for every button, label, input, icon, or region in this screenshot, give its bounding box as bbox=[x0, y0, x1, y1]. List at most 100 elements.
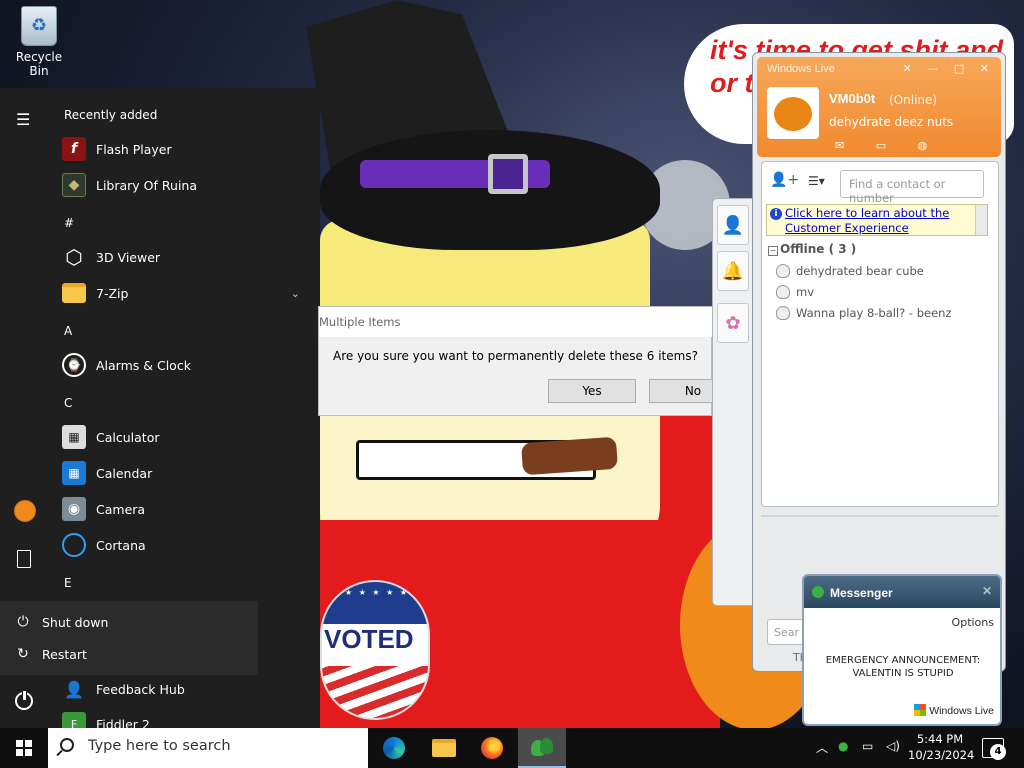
delete-confirm-dialog: Multiple Items Are you sure you want to … bbox=[318, 306, 737, 416]
restart-label: Restart bbox=[42, 646, 87, 662]
app-label: Calendar bbox=[96, 465, 153, 481]
recycle-bin-label: Recycle Bin bbox=[15, 50, 63, 78]
contact-list-panel: 👤+ ☰▾ Find a contact or number i Click h… bbox=[761, 161, 999, 507]
app-library-of-ruina[interactable]: ◆ Library Of Ruina bbox=[62, 169, 312, 201]
network-icon[interactable]: ▭ bbox=[862, 739, 873, 753]
start-button[interactable] bbox=[0, 728, 48, 768]
toast-options-link[interactable]: Options bbox=[952, 616, 994, 629]
taskbar-search-box[interactable]: Type here to search bbox=[48, 728, 368, 768]
firefox-icon bbox=[481, 737, 503, 759]
taskbar-firefox[interactable] bbox=[468, 728, 516, 768]
close-icon[interactable]: ✕ bbox=[982, 584, 992, 598]
offline-group-header[interactable]: − Offline ( 3 ) bbox=[768, 242, 856, 256]
collapse-icon[interactable]: − bbox=[768, 246, 778, 256]
app-3d-viewer[interactable]: ⬡ 3D Viewer bbox=[62, 241, 312, 273]
buddy-icon bbox=[776, 306, 790, 320]
contact-item[interactable]: Wanna play 8-ball? - beenz bbox=[776, 306, 991, 320]
search-icon bbox=[60, 738, 74, 752]
toast-header: Messenger ✕ bbox=[804, 576, 1000, 608]
app-feedback-hub[interactable]: 👤 Feedback Hub bbox=[62, 673, 312, 705]
voted-stripes bbox=[322, 666, 428, 718]
spaces-tab-icon[interactable]: ✿ bbox=[717, 303, 749, 343]
taskbar-messenger[interactable] bbox=[518, 728, 566, 768]
volume-icon[interactable]: ◁) bbox=[886, 739, 900, 753]
contact-item[interactable]: mv bbox=[776, 285, 991, 299]
app-calculator[interactable]: ▦ Calculator bbox=[62, 421, 312, 453]
toast-message: EMERGENCY ANNOUNCEMENT: VALENTIN IS STUP… bbox=[825, 655, 981, 679]
window-controls[interactable]: ✕ — □ ✕ bbox=[903, 62, 995, 75]
app-calendar[interactable]: ▦ Calendar bbox=[62, 457, 312, 489]
yes-button[interactable]: Yes bbox=[548, 379, 636, 403]
shutdown-label: Shut down bbox=[42, 614, 109, 630]
voted-sticker: ★ ★ ★ ★ ★ VOTED bbox=[320, 580, 430, 720]
chevron-down-icon[interactable]: ⌄ bbox=[291, 287, 300, 300]
documents-icon[interactable] bbox=[17, 550, 31, 568]
clock[interactable]: 5:44 PM 10/23/2024 bbox=[908, 731, 975, 763]
messenger-title: Windows Live bbox=[767, 63, 835, 75]
buddy-icon bbox=[776, 264, 790, 278]
section-header-hash: # bbox=[64, 216, 75, 230]
cortana-icon bbox=[62, 533, 86, 557]
power-icon[interactable] bbox=[15, 690, 33, 710]
personal-message[interactable]: dehydrate deez nuts bbox=[829, 115, 953, 129]
edge-icon bbox=[383, 737, 405, 759]
taskbar-edge[interactable] bbox=[370, 728, 418, 768]
info-icon: i bbox=[770, 208, 782, 220]
app-alarms-clock[interactable]: ⌚ Alarms & Clock bbox=[62, 349, 312, 381]
messenger-tray-icon[interactable]: ● bbox=[838, 739, 848, 753]
hamburger-menu-icon[interactable]: ☰ bbox=[16, 110, 34, 129]
recycle-bin-shortcut[interactable]: Recycle Bin bbox=[6, 6, 72, 78]
app-cortana[interactable]: Cortana bbox=[62, 529, 312, 561]
add-contact-icon[interactable]: 👤+ bbox=[770, 172, 799, 188]
app-label: Flash Player bbox=[96, 141, 172, 157]
app-flash-player[interactable]: f Flash Player bbox=[62, 133, 312, 165]
taskbar-file-explorer[interactable] bbox=[420, 728, 468, 768]
contact-name: Wanna play 8-ball? - beenz bbox=[796, 306, 952, 320]
messenger-header: Windows Live ✕ — □ ✕ VM0b0t (Online) deh… bbox=[757, 57, 1001, 157]
calendar-icon: ▦ bbox=[62, 461, 86, 485]
contact-item[interactable]: dehydrated bear cube bbox=[776, 264, 991, 278]
dialog-title: Multiple Items bbox=[319, 307, 713, 337]
section-header-e: E bbox=[64, 576, 72, 590]
app-label: Alarms & Clock bbox=[96, 357, 191, 373]
app-label: 3D Viewer bbox=[96, 249, 161, 265]
contact-name: mv bbox=[796, 285, 815, 299]
status-label[interactable]: (Online) bbox=[889, 93, 937, 107]
customer-experience-link[interactable]: Click here to learn about the Customer E… bbox=[785, 206, 975, 236]
restart-icon: ↻ bbox=[17, 646, 29, 662]
buddy-icon bbox=[776, 285, 790, 299]
feedback-hub-icon: 👤 bbox=[64, 679, 84, 699]
display-picture[interactable] bbox=[767, 87, 819, 139]
flash-player-icon: f bbox=[62, 137, 86, 161]
power-menu: ⏻ Shut down ↻ Restart bbox=[0, 601, 258, 675]
brand-label: Windows Live bbox=[929, 705, 994, 717]
clock-date: 10/23/2024 bbox=[908, 748, 975, 762]
restart-button[interactable]: ↻ Restart bbox=[0, 638, 258, 670]
messenger-side-tabs: 👤 🔔 ✿ bbox=[712, 198, 754, 606]
messenger-icon bbox=[531, 736, 553, 758]
folder-icon bbox=[62, 283, 86, 303]
hat-buckle-art bbox=[488, 154, 528, 194]
cigar-art bbox=[520, 436, 619, 476]
app-label: Feedback Hub bbox=[96, 681, 185, 697]
view-options-icon[interactable]: ☰▾ bbox=[808, 174, 825, 188]
app-camera[interactable]: ◉ Camera bbox=[62, 493, 312, 525]
banner-scrollbar[interactable] bbox=[975, 205, 987, 235]
messenger-toast[interactable]: Messenger ✕ Options EMERGENCY ANNOUNCEME… bbox=[802, 574, 1002, 726]
alerts-tab-icon[interactable]: 🔔 bbox=[717, 251, 749, 291]
display-name[interactable]: VM0b0t bbox=[829, 91, 875, 106]
header-action-icons[interactable]: ✉ ▭ ◍ bbox=[835, 139, 941, 152]
library-of-ruina-icon: ◆ bbox=[62, 173, 86, 197]
contact-name: dehydrated bear cube bbox=[796, 264, 924, 278]
divider bbox=[761, 515, 999, 517]
shutdown-button[interactable]: ⏻ Shut down bbox=[0, 606, 258, 638]
contact-search-input[interactable]: Find a contact or number bbox=[840, 170, 984, 205]
windows-logo-icon bbox=[16, 740, 32, 756]
section-header-a: A bbox=[64, 324, 73, 338]
voted-text: VOTED bbox=[324, 624, 414, 654]
contacts-tab-icon[interactable]: 👤 bbox=[717, 205, 749, 245]
user-avatar-icon[interactable] bbox=[14, 500, 36, 522]
power-icon: ⏻ bbox=[17, 614, 29, 630]
chevron-up-icon[interactable]: ︿ bbox=[816, 739, 828, 756]
app-7zip[interactable]: 7-Zip ⌄ bbox=[62, 277, 312, 309]
